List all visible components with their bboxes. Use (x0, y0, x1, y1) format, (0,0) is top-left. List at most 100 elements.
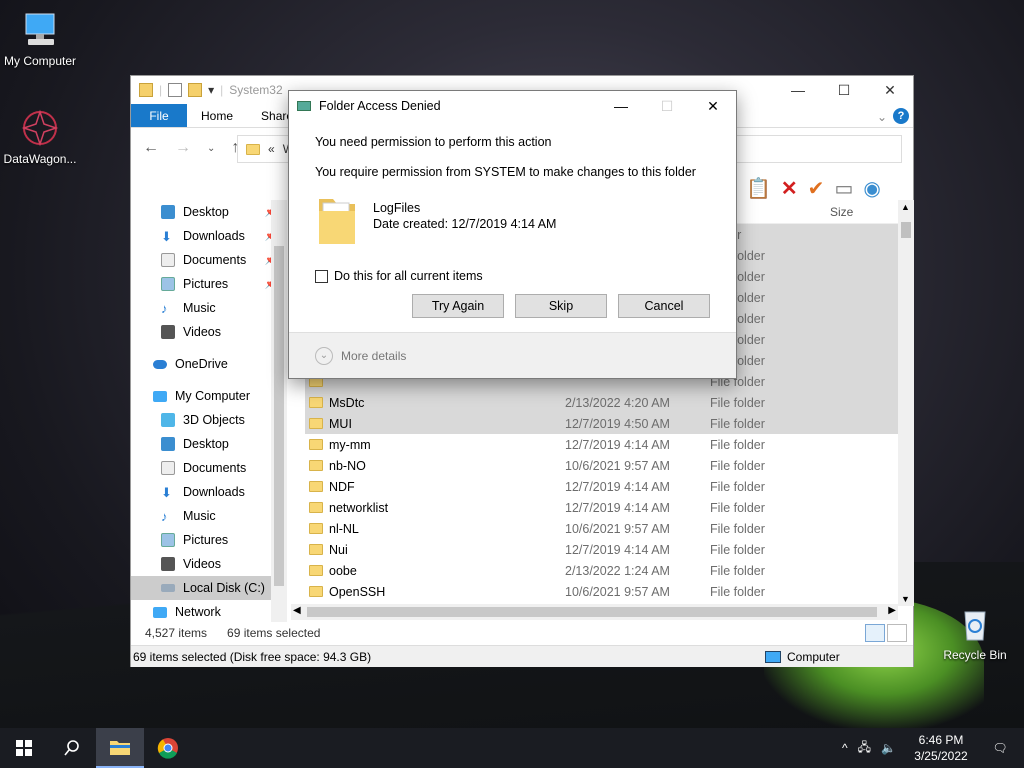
row-name: Nui (329, 542, 348, 557)
row-type: File folder (710, 416, 765, 431)
cube-icon (161, 413, 175, 427)
cancel-button[interactable]: Cancel (618, 294, 710, 318)
recent-locations-icon[interactable]: ⌄ (207, 143, 215, 154)
row-name: MUI (329, 416, 352, 431)
dialog-folder-info: LogFiles Date created: 12/7/2019 4:14 AM (315, 191, 736, 249)
search-button[interactable] (48, 728, 96, 768)
delete-icon[interactable]: ✕ (781, 176, 798, 201)
windows-logo-icon (16, 740, 32, 756)
nav-item-onedrive[interactable]: OneDrive (131, 352, 287, 376)
desktop-icon-recycle-bin[interactable]: Recycle Bin (935, 604, 1015, 662)
maximize-button[interactable]: ☐ (821, 76, 867, 104)
checkbox-label[interactable]: Do this for all current items (334, 269, 483, 283)
checkmark-icon[interactable]: ✔ (808, 176, 825, 201)
properties-icon[interactable] (168, 83, 183, 97)
rename-icon[interactable]: ▭ (834, 176, 853, 201)
nav-item-videos-2[interactable]: Videos (131, 552, 287, 576)
nav-item-downloads[interactable]: ⬇Downloads📌 (131, 224, 287, 248)
details-view-icon[interactable] (865, 624, 885, 642)
table-row[interactable]: oobe 2/13/2022 1:24 AM File folder (305, 560, 899, 581)
file-list-horizontal-scrollbar[interactable]: ◀ ▶ (291, 604, 898, 620)
large-icons-view-icon[interactable] (887, 624, 907, 642)
desktop-icon-my-computer[interactable]: My Computer (0, 10, 80, 68)
network-icon[interactable]: 🖧 (858, 738, 871, 759)
close-button[interactable]: ✕ (867, 76, 913, 104)
taskbar-chrome[interactable] (144, 728, 192, 768)
nav-item-documents[interactable]: Documents📌 (131, 248, 287, 272)
address-overflow[interactable]: « (268, 142, 275, 156)
more-details-toggle[interactable]: ⌄ More details (289, 332, 736, 378)
desktop-icon-datawagon[interactable]: DataWagon... (0, 108, 80, 166)
try-again-button[interactable]: Try Again (412, 294, 504, 318)
table-row[interactable]: MsDtc 2/13/2022 4:20 AM File folder (305, 392, 899, 413)
start-button[interactable] (0, 728, 48, 768)
table-row[interactable]: networklist 12/7/2019 4:14 AM File folder (305, 497, 899, 518)
row-name-cell: oobe (305, 564, 565, 578)
dialog-minimize-button[interactable]: — (598, 91, 644, 121)
column-size[interactable]: Size (830, 205, 853, 219)
apply-all-checkbox-row[interactable]: Do this for all current items (315, 269, 736, 283)
nav-item-network[interactable]: Network (131, 600, 287, 622)
nav-label: Downloads (183, 229, 245, 243)
table-row[interactable]: nl-NL 10/6/2021 9:57 AM File folder (305, 518, 899, 539)
table-row[interactable]: OpenSSH 10/6/2021 9:57 AM File folder (305, 581, 899, 602)
nav-label: Videos (183, 325, 221, 339)
folder-date: Date created: 12/7/2019 4:14 AM (373, 217, 557, 231)
nav-item-desktop[interactable]: Desktop📌 (131, 200, 287, 224)
navigation-scrollbar[interactable] (271, 200, 287, 622)
table-row[interactable]: MUI 12/7/2019 4:50 AM File folder (305, 413, 899, 434)
chevron-up-icon[interactable]: ^ (842, 741, 848, 755)
minimize-button[interactable]: — (775, 76, 821, 104)
row-name-cell: OpenSSH (305, 585, 565, 599)
scroll-up-icon[interactable]: ▲ (901, 202, 910, 212)
nav-item-3d-objects[interactable]: 3D Objects (131, 408, 287, 432)
document-icon (161, 461, 175, 475)
row-name: oobe (329, 563, 357, 578)
scrollbar-thumb[interactable] (307, 607, 877, 617)
apply-all-checkbox[interactable] (315, 269, 328, 283)
picture-icon (161, 533, 175, 547)
back-arrow-icon[interactable]: ← (143, 139, 159, 157)
clipboard-icon[interactable]: 📋 (746, 176, 771, 201)
nav-item-desktop-2[interactable]: Desktop (131, 432, 287, 456)
nav-item-downloads-2[interactable]: ⬇ Downloads (131, 480, 287, 504)
globe-icon[interactable]: ◉ (863, 176, 880, 201)
scroll-down-icon[interactable]: ▼ (901, 594, 910, 604)
recycle-bin-icon (955, 604, 995, 644)
nav-item-videos[interactable]: Videos (131, 320, 287, 344)
help-icon[interactable]: ? (893, 108, 909, 124)
forward-arrow-icon[interactable]: → (175, 139, 191, 157)
clock[interactable]: 6:46 PM 3/25/2022 (906, 732, 976, 764)
scrollbar-thumb[interactable] (274, 246, 284, 586)
tab-home[interactable]: Home (187, 104, 247, 127)
folder-icon (309, 502, 323, 513)
nav-item-documents-2[interactable]: Documents (131, 456, 287, 480)
nav-item-local-disk[interactable]: Local Disk (C:) (131, 576, 287, 600)
nav-item-pictures-2[interactable]: Pictures (131, 528, 287, 552)
tab-file[interactable]: File (131, 104, 187, 127)
volume-icon[interactable]: 🔈 (881, 741, 896, 755)
nav-item-my-computer[interactable]: My Computer (131, 384, 287, 408)
nav-item-pictures[interactable]: Pictures📌 (131, 272, 287, 296)
notification-icon[interactable]: 🗨 (986, 741, 1014, 755)
nav-label: Desktop (183, 205, 229, 219)
file-list-vertical-scrollbar[interactable]: ▲ ▼ (898, 200, 914, 606)
skip-button[interactable]: Skip (515, 294, 607, 318)
nav-item-music-2[interactable]: ♪ Music (131, 504, 287, 528)
scroll-right-icon[interactable]: ▶ (888, 605, 896, 616)
dialog-close-button[interactable]: ✕ (690, 91, 736, 121)
table-row[interactable]: NDF 12/7/2019 4:14 AM File folder (305, 476, 899, 497)
table-row[interactable]: my-mm 12/7/2019 4:14 AM File folder (305, 434, 899, 455)
system-tray: ^ 🖧 🔈 6:46 PM 3/25/2022 🗨 (842, 728, 1024, 768)
taskbar-file-explorer[interactable] (96, 728, 144, 768)
new-folder-icon[interactable] (188, 83, 203, 97)
row-date: 10/6/2021 9:57 AM (565, 458, 670, 473)
scrollbar-thumb[interactable] (901, 222, 911, 238)
scroll-left-icon[interactable]: ◀ (293, 605, 301, 616)
table-row[interactable]: Nui 12/7/2019 4:14 AM File folder (305, 539, 899, 560)
toolbar: 📋 ✕ ✔ ▭ ◉ (746, 176, 881, 201)
ribbon-expand-icon[interactable]: ⌄ (877, 110, 887, 124)
quick-access-dropdown-icon[interactable]: ▾ (208, 83, 214, 97)
nav-item-music[interactable]: ♪ Music (131, 296, 287, 320)
table-row[interactable]: nb-NO 10/6/2021 9:57 AM File folder (305, 455, 899, 476)
